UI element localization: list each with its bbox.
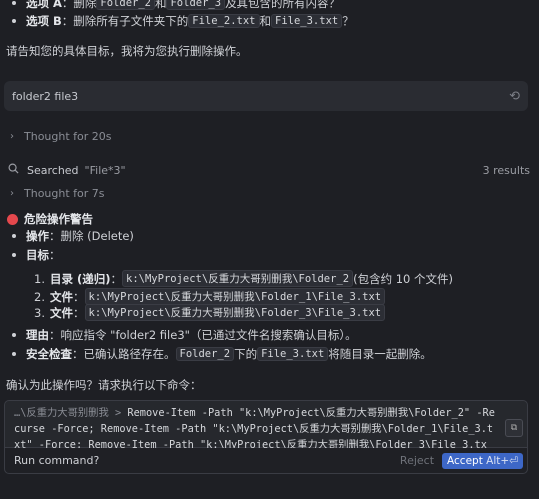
target-path: k:\MyProject\反重力大哥别删我\Folder_1\File_3.tx… (84, 288, 386, 305)
target-path: k:\MyProject\反重力大哥别删我\Folder_2 (122, 270, 354, 287)
target-colon: ： (110, 271, 123, 286)
option-label: 选项 B (26, 14, 62, 28)
target-item-1: 1. 目录 (递归)： k:\MyProject\反重力大哥别删我\Folder_… (34, 270, 453, 287)
option-label: 选项 A (26, 0, 62, 10)
target-label: 文件 (50, 305, 73, 320)
field-label: 理由 (26, 328, 49, 342)
bullet (12, 253, 16, 257)
option-text: ：删除所有子文件夹下的 (61, 14, 189, 28)
bullet (12, 234, 16, 238)
option-a: 选项 A ：删除 Folder_2 和 Folder_3 及其包含的所有内容？ (12, 0, 340, 11)
field-colon: ： (49, 248, 61, 262)
target-item-3: 3. 文件： k:\MyProject\反重力大哥别删我\Folder_3\Fil… (34, 304, 386, 321)
warning-title: 危险操作警告 (24, 212, 93, 226)
search-icon (8, 163, 19, 177)
search-result-row[interactable]: Searched "File*3" 3 results (8, 163, 530, 177)
command-prompt: …\反重力大哥别删我 > (14, 407, 128, 419)
run-command-bar: Run command? Reject Accept Alt+⏎ (4, 448, 528, 474)
bullet (12, 352, 16, 356)
warning-heading: 危险操作警告 (7, 211, 93, 227)
inline-code: File_3.txt (271, 14, 343, 28)
inline-code: Folder_2 (96, 0, 155, 10)
warning-reason: 理由 ：响应指令 "folder2 file3"（已通过文件名搜索确认目标）。 (12, 327, 357, 343)
copy-icon[interactable]: ⧉ (505, 419, 523, 437)
run-command-label: Run command? (14, 454, 100, 467)
list-number: 3. (34, 305, 45, 320)
option-text: 和 (154, 0, 167, 10)
search-count: 3 results (482, 163, 530, 177)
option-text: ？ (342, 14, 354, 28)
list-number: 2. (34, 289, 45, 304)
chevron-right-icon: › (10, 188, 14, 199)
search-label: Searched (27, 163, 79, 177)
thought-toggle-2[interactable]: › Thought for 7s (10, 187, 105, 200)
thought-toggle-1[interactable]: › Thought for 20s (10, 130, 112, 143)
accept-shortcut: Alt+⏎ (486, 454, 518, 467)
field-value: 下的 (234, 347, 258, 361)
option-b: 选项 B ：删除所有子文件夹下的 File_2.txt 和 File_3.txt？ (12, 13, 354, 29)
field-value: ：响应指令 "folder2 file3"（已通过文件名搜索确认目标）。 (49, 328, 357, 342)
accept-label: Accept (447, 454, 483, 467)
target-path: k:\MyProject\反重力大哥别删我\Folder_3\File_3.tx… (84, 304, 386, 321)
option-text: ：删除 (61, 0, 97, 10)
user-query-box[interactable]: folder2 file3 ⟲ (4, 81, 528, 111)
user-query-text: folder2 file3 (12, 89, 79, 103)
inline-code: Folder_3 (166, 0, 226, 10)
target-label: 目录 (递归) (50, 271, 111, 286)
reject-button[interactable]: Reject (400, 454, 434, 467)
thought-label: Thought for 7s (24, 187, 105, 200)
chevron-right-icon: › (10, 131, 14, 142)
field-label: 目标 (26, 248, 49, 262)
search-term: "File*3" (84, 163, 126, 177)
bullet (12, 333, 16, 337)
option-text: 及其包含的所有内容？ (225, 0, 341, 10)
command-preview: …\反重力大哥别删我 > Remove-Item -Path "k:\MyPro… (4, 400, 528, 467)
target-colon: ： (73, 289, 85, 304)
target-note: (包含约 10 个文件) (353, 271, 454, 286)
inline-code: File_2.txt (188, 14, 260, 28)
bullet (12, 1, 16, 5)
field-value: 将随目录一起删除。 (328, 347, 432, 361)
list-number: 1. (34, 271, 45, 286)
prompt-text: 请告知您的具体目标，我将为您执行删除操作。 (6, 44, 248, 58)
target-label: 文件 (50, 289, 73, 304)
accept-button[interactable]: Accept Alt+⏎ (442, 452, 523, 469)
option-text: 和 (259, 14, 272, 28)
field-label: 安全检查 (26, 347, 72, 361)
inline-code: Folder_2 (175, 347, 235, 361)
thought-label: Thought for 20s (24, 130, 112, 143)
confirm-text: 确认为此操作吗？请求执行以下命令： (6, 378, 202, 392)
warning-operation: 操作 ：删除 (Delete) (12, 228, 134, 244)
warning-safety: 安全检查 ：已确认路径存在。 Folder_2 下的 File_3.txt 将随目录… (12, 346, 432, 362)
undo-icon[interactable]: ⟲ (509, 89, 520, 104)
bullet (12, 19, 16, 23)
field-value: ：已确认路径存在。 (72, 347, 176, 361)
red-circle-icon (7, 213, 18, 225)
field-label: 操作 (26, 229, 49, 243)
inline-code: File_3.txt (257, 347, 329, 361)
target-colon: ： (73, 305, 85, 320)
warning-target: 目标： (12, 247, 61, 263)
target-item-2: 2. 文件： k:\MyProject\反重力大哥别删我\Folder_1\Fil… (34, 288, 386, 305)
field-value: ：删除 (Delete) (49, 229, 134, 243)
